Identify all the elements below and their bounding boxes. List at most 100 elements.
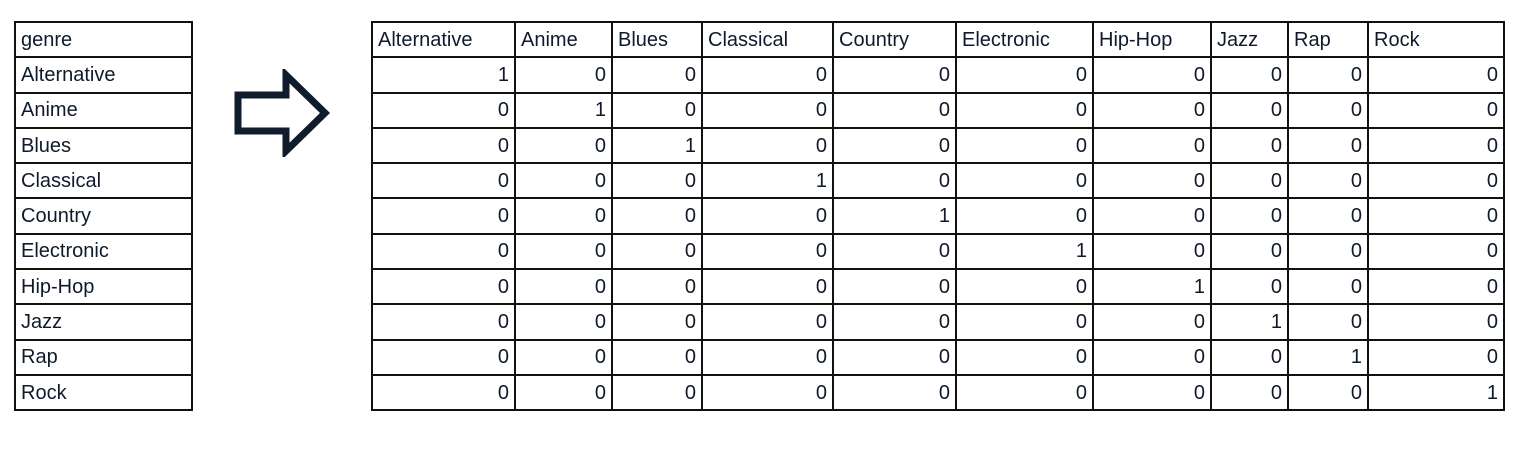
value-cell: 0 (1210, 56, 1289, 94)
value-cell: 0 (514, 373, 613, 412)
value-cell: 0 (701, 56, 834, 94)
value-cell: 0 (1092, 338, 1212, 376)
value-cell: 1 (1092, 268, 1212, 306)
value-cell: 0 (955, 268, 1094, 306)
value-cell: 0 (1367, 197, 1505, 235)
value-cell: 0 (611, 338, 703, 376)
value-cell: 0 (701, 197, 834, 235)
table-row: 0010000000 (371, 126, 1505, 165)
value-cell: 0 (1367, 162, 1505, 200)
value-cell: 1 (1287, 338, 1369, 376)
value-cell: 0 (371, 338, 516, 376)
value-cell: 0 (371, 162, 516, 200)
value-cell: 0 (611, 268, 703, 306)
value-cell: 0 (611, 56, 703, 94)
value-cell: 0 (1367, 56, 1505, 94)
value-cell: 0 (701, 91, 834, 129)
table-row: Blues (14, 126, 193, 165)
table-row: Anime (14, 91, 193, 129)
value-cell: 0 (1092, 162, 1212, 200)
value-cell: 0 (371, 268, 516, 306)
value-cell: 0 (832, 268, 957, 306)
value-cell: 0 (701, 373, 834, 412)
value-cell: 0 (1210, 232, 1289, 271)
header-cell: Classical (701, 20, 834, 59)
value-cell: 0 (371, 303, 516, 341)
header-cell: Hip-Hop (1092, 20, 1212, 59)
table-row: 1000000000 (371, 56, 1505, 94)
value-cell: 0 (611, 162, 703, 200)
value-cell: 0 (1367, 303, 1505, 341)
value-cell: 0 (1092, 232, 1212, 271)
value-cell: 0 (514, 56, 613, 94)
value-cell: 0 (1210, 162, 1289, 200)
genre-cell: Country (14, 197, 193, 235)
value-cell: 0 (955, 303, 1094, 341)
table-row: 0000000001 (371, 373, 1505, 412)
value-cell: 0 (611, 91, 703, 129)
genre-cell: Alternative (14, 56, 193, 94)
value-cell: 0 (701, 338, 834, 376)
header-cell: Anime (514, 20, 613, 59)
table-row: 0100000000 (371, 91, 1505, 129)
value-cell: 0 (611, 303, 703, 341)
value-cell: 0 (611, 373, 703, 412)
value-cell: 0 (1287, 373, 1369, 412)
value-cell: 0 (1092, 373, 1212, 412)
right-arrow-icon (234, 69, 331, 157)
header-cell: Rock (1367, 20, 1505, 59)
value-cell: 0 (701, 126, 834, 165)
value-cell: 0 (832, 91, 957, 129)
value-cell: 0 (514, 126, 613, 165)
value-cell: 0 (1092, 303, 1212, 341)
genre-cell: Classical (14, 162, 193, 200)
value-cell: 0 (1092, 197, 1212, 235)
value-cell: 0 (1367, 268, 1505, 306)
value-cell: 0 (611, 232, 703, 271)
value-cell: 0 (1287, 268, 1369, 306)
table-row: 0000100000 (371, 197, 1505, 235)
header-cell: Alternative (371, 20, 516, 59)
genre-cell: Blues (14, 126, 193, 165)
table-row: 0001000000 (371, 162, 1505, 200)
value-cell: 1 (701, 162, 834, 200)
value-cell: 1 (1367, 373, 1505, 412)
table-row: 0000000100 (371, 303, 1505, 341)
value-cell: 0 (955, 91, 1094, 129)
value-cell: 0 (832, 373, 957, 412)
value-cell: 1 (1210, 303, 1289, 341)
value-cell: 0 (1210, 373, 1289, 412)
value-cell: 0 (1287, 303, 1369, 341)
value-cell: 0 (701, 268, 834, 306)
value-cell: 0 (955, 56, 1094, 94)
genre-cell: Hip-Hop (14, 268, 193, 306)
genre-input-table: genre Alternative Anime Blues Classical Count… (14, 20, 193, 412)
header-cell: Rap (1287, 20, 1369, 59)
value-cell: 0 (514, 197, 613, 235)
value-cell: 0 (832, 303, 957, 341)
genre-cell: Rap (14, 338, 193, 376)
table-row: Jazz (14, 303, 193, 341)
value-cell: 0 (514, 232, 613, 271)
table-header-row: genre (14, 20, 193, 59)
header-cell-genre: genre (14, 20, 193, 59)
value-cell: 0 (701, 303, 834, 341)
value-cell: 0 (514, 303, 613, 341)
table-row: 0000001000 (371, 268, 1505, 306)
value-cell: 0 (1287, 162, 1369, 200)
value-cell: 0 (1367, 232, 1505, 271)
value-cell: 1 (955, 232, 1094, 271)
genre-cell: Rock (14, 373, 193, 412)
header-cell: Country (832, 20, 957, 59)
value-cell: 0 (371, 373, 516, 412)
value-cell: 0 (1367, 126, 1505, 165)
value-cell: 0 (832, 56, 957, 94)
table-row: Classical (14, 162, 193, 200)
value-cell: 0 (1210, 268, 1289, 306)
genre-cell: Electronic (14, 232, 193, 271)
table-row: Electronic (14, 232, 193, 271)
value-cell: 0 (514, 162, 613, 200)
value-cell: 0 (1287, 197, 1369, 235)
header-cell: Electronic (955, 20, 1094, 59)
value-cell: 0 (514, 268, 613, 306)
